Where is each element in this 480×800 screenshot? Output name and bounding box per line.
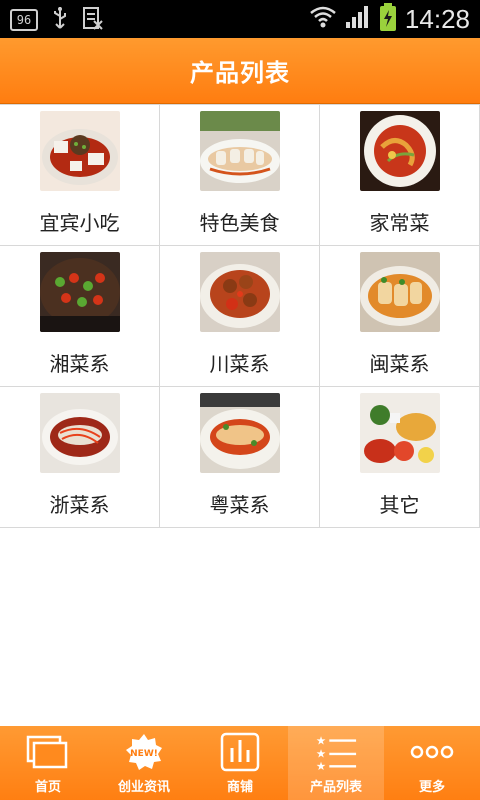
grid-row: 湘菜系 川菜系 闽菜系 [0,246,480,387]
svg-text:★: ★ [316,733,326,747]
bottom-tab-bar: 首页 NEW! 创业资讯 商铺 ★ ★ ★ 产品列表 更多 [0,726,480,800]
windows-icon [26,732,70,772]
clock: 14:28 [404,3,470,34]
dish-thumbnail [199,393,280,473]
grid-item-label: 其它 [379,493,420,517]
tab-label: 产品列表 [309,780,362,795]
dish-thumbnail [359,111,440,191]
dish-thumbnail [39,393,120,473]
grid-item-hunan-cuisine[interactable]: 湘菜系 [0,246,160,386]
new-badge-icon: NEW! [122,732,166,772]
grid-item-fujian-cuisine[interactable]: 闽菜系 [320,246,480,386]
title-bar: 产品列表 [0,38,480,104]
tab-label: 首页 [34,780,61,795]
tab-label: 商铺 [226,780,253,795]
star-list-icon: ★ ★ ★ [314,732,358,772]
grid-item-other[interactable]: 其它 [320,387,480,527]
grid-item-label: 粤菜系 [209,493,270,517]
svg-text:★: ★ [316,759,326,772]
dish-thumbnail [359,252,440,332]
product-grid: 宜宾小吃 特色美食 家常菜 湘菜系 川菜系 闽菜系 浙菜系 粤菜系 其它 [0,104,480,528]
dish-thumbnail [359,393,440,473]
grid-item-label: 家常菜 [369,211,430,235]
grid-item-zhejiang-cuisine[interactable]: 浙菜系 [0,387,160,527]
svg-text:NEW!: NEW! [130,749,158,759]
grid-item-label: 闽菜系 [369,352,430,376]
grid-item-label: 浙菜系 [49,493,110,517]
grid-item-cantonese-cuisine[interactable]: 粤菜系 [160,387,320,527]
page-title: 产品列表 [190,59,290,87]
document-icon [82,6,104,34]
signal-icon [345,4,371,34]
grid-item-specialty-food[interactable]: 特色美食 [160,105,320,245]
grid-item-yibin-snacks[interactable]: 宜宾小吃 [0,105,160,245]
grid-item-sichuan-cuisine[interactable]: 川菜系 [160,246,320,386]
tab-shops[interactable]: 商铺 [192,726,288,800]
status-right: 14:28 [309,2,470,36]
grid-item-label: 宜宾小吃 [39,211,120,235]
more-dots-icon [410,732,454,772]
grid-item-home-cooking[interactable]: 家常菜 [320,105,480,245]
bar-chart-icon [218,732,262,772]
dish-thumbnail [199,252,280,332]
wifi-icon [309,3,337,35]
grid-item-label: 湘菜系 [49,352,110,376]
status-left: 96 [10,6,104,34]
tab-startup-news[interactable]: NEW! 创业资讯 [96,726,192,800]
dish-thumbnail [39,111,120,191]
grid-row: 浙菜系 粤菜系 其它 [0,387,480,528]
tab-more[interactable]: 更多 [384,726,480,800]
tab-home[interactable]: 首页 [0,726,96,800]
grid-row: 宜宾小吃 特色美食 家常菜 [0,105,480,246]
tab-label: 创业资讯 [117,780,170,795]
dish-thumbnail [199,111,280,191]
grid-item-label: 川菜系 [209,352,270,376]
battery-icon [379,2,397,36]
tab-label: 更多 [418,780,445,795]
dish-thumbnail [39,252,120,332]
notification-badge: 96 [10,9,38,31]
usb-icon [52,6,68,34]
tab-product-list[interactable]: ★ ★ ★ 产品列表 [288,726,384,800]
status-bar: 96 14:28 [0,0,480,38]
grid-item-label: 特色美食 [199,211,280,235]
